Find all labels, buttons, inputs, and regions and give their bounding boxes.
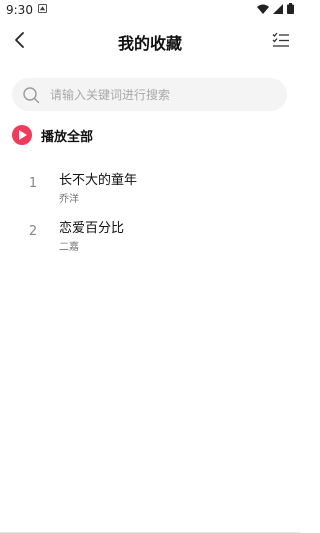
search-icon xyxy=(23,86,40,103)
checklist-icon[interactable] xyxy=(272,31,290,49)
play-all-button[interactable]: 播放全部 xyxy=(12,124,93,146)
search-input[interactable] xyxy=(48,86,272,103)
song-artist: 二嘉 xyxy=(59,242,79,253)
page-title: 我的收藏 xyxy=(117,34,182,53)
song-list: 1 长不大的童年 乔洋 2 恋爱百分比 二嘉 xyxy=(0,162,300,258)
title-bar: 我的收藏 xyxy=(0,24,300,56)
play-all-label: 播放全部 xyxy=(41,129,94,145)
song-row[interactable]: 1 长不大的童年 乔洋 xyxy=(0,162,300,210)
signal-icon xyxy=(273,3,283,14)
status-indicators xyxy=(257,3,294,14)
song-row[interactable]: 2 恋爱百分比 二嘉 xyxy=(0,210,300,258)
play-circle-icon xyxy=(12,125,32,145)
song-index: 2 xyxy=(28,224,38,239)
wifi-icon xyxy=(257,4,269,14)
notification-icon xyxy=(38,4,47,13)
status-time: 9:30 xyxy=(6,3,33,17)
status-bar: 9:30 xyxy=(0,0,300,20)
song-title: 长不大的童年 xyxy=(59,173,138,188)
battery-icon xyxy=(287,3,294,14)
search-box[interactable] xyxy=(12,78,287,111)
song-index: 1 xyxy=(28,176,38,191)
song-artist: 乔洋 xyxy=(59,194,79,205)
song-title: 恋爱百分比 xyxy=(59,221,125,236)
